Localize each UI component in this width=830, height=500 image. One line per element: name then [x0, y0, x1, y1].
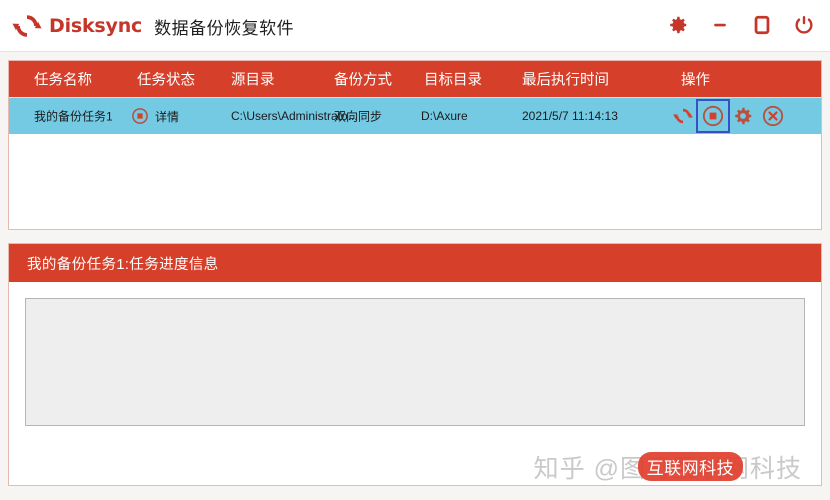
column-header-name: 任务名称 [34, 72, 92, 89]
cell-task-status[interactable]: 详情 [131, 107, 179, 125]
column-header-status: 任务状态 [137, 72, 195, 89]
maximize-icon [754, 15, 770, 35]
cell-actions [671, 99, 785, 133]
column-header-source: 源目录 [231, 72, 275, 89]
progress-log-box[interactable] [25, 298, 805, 426]
stop-task-icon[interactable] [696, 99, 730, 133]
column-header-mode: 备份方式 [334, 72, 392, 89]
minimize-icon [714, 23, 726, 27]
window-controls [666, 9, 816, 41]
table-row[interactable]: 我的备份任务1 详情 C:\Users\Administrato... 双向同步… [9, 97, 821, 134]
maximize-button[interactable] [750, 13, 774, 37]
gear-icon [735, 107, 752, 125]
column-header-actions: 操作 [681, 72, 710, 89]
task-list-panel: 任务名称 任务状态 源目录 备份方式 目标目录 最后执行时间 操作 我的备份任务… [8, 60, 822, 230]
progress-panel: 我的备份任务1:任务进度信息 [8, 243, 822, 486]
minimize-button[interactable] [708, 13, 732, 37]
delete-task-icon[interactable] [761, 104, 785, 128]
status-label: 详情 [155, 109, 180, 124]
power-button[interactable] [792, 13, 816, 37]
brand-subtitle: 数据备份恢复软件 [154, 18, 295, 38]
settings-button[interactable] [666, 13, 690, 37]
power-icon [795, 16, 813, 34]
gear-icon [670, 16, 687, 34]
progress-panel-title: 我的备份任务1:任务进度信息 [27, 256, 219, 273]
task-table-header: 任务名称 任务状态 源目录 备份方式 目标目录 最后执行时间 操作 [9, 61, 821, 97]
cell-target-dir: D:\Axure [421, 109, 468, 123]
stop-icon [131, 107, 149, 125]
sync-arrows-icon [12, 11, 42, 41]
progress-log-text [26, 299, 804, 311]
column-header-last-run: 最后执行时间 [522, 72, 609, 89]
cell-last-run-time: 2021/5/7 11:14:13 [522, 109, 618, 123]
cell-backup-mode: 双向同步 [334, 109, 383, 124]
cell-task-name: 我的备份任务1 [34, 109, 113, 124]
column-header-target: 目标目录 [424, 72, 482, 89]
title-bar: Disksync 数据备份恢复软件 [0, 0, 830, 52]
progress-panel-header: 我的备份任务1:任务进度信息 [9, 244, 821, 282]
sync-now-icon[interactable] [671, 104, 695, 128]
brand: Disksync 数据备份恢复软件 [12, 8, 294, 44]
task-settings-icon[interactable] [731, 104, 755, 128]
brand-name: Disksync [49, 15, 143, 37]
